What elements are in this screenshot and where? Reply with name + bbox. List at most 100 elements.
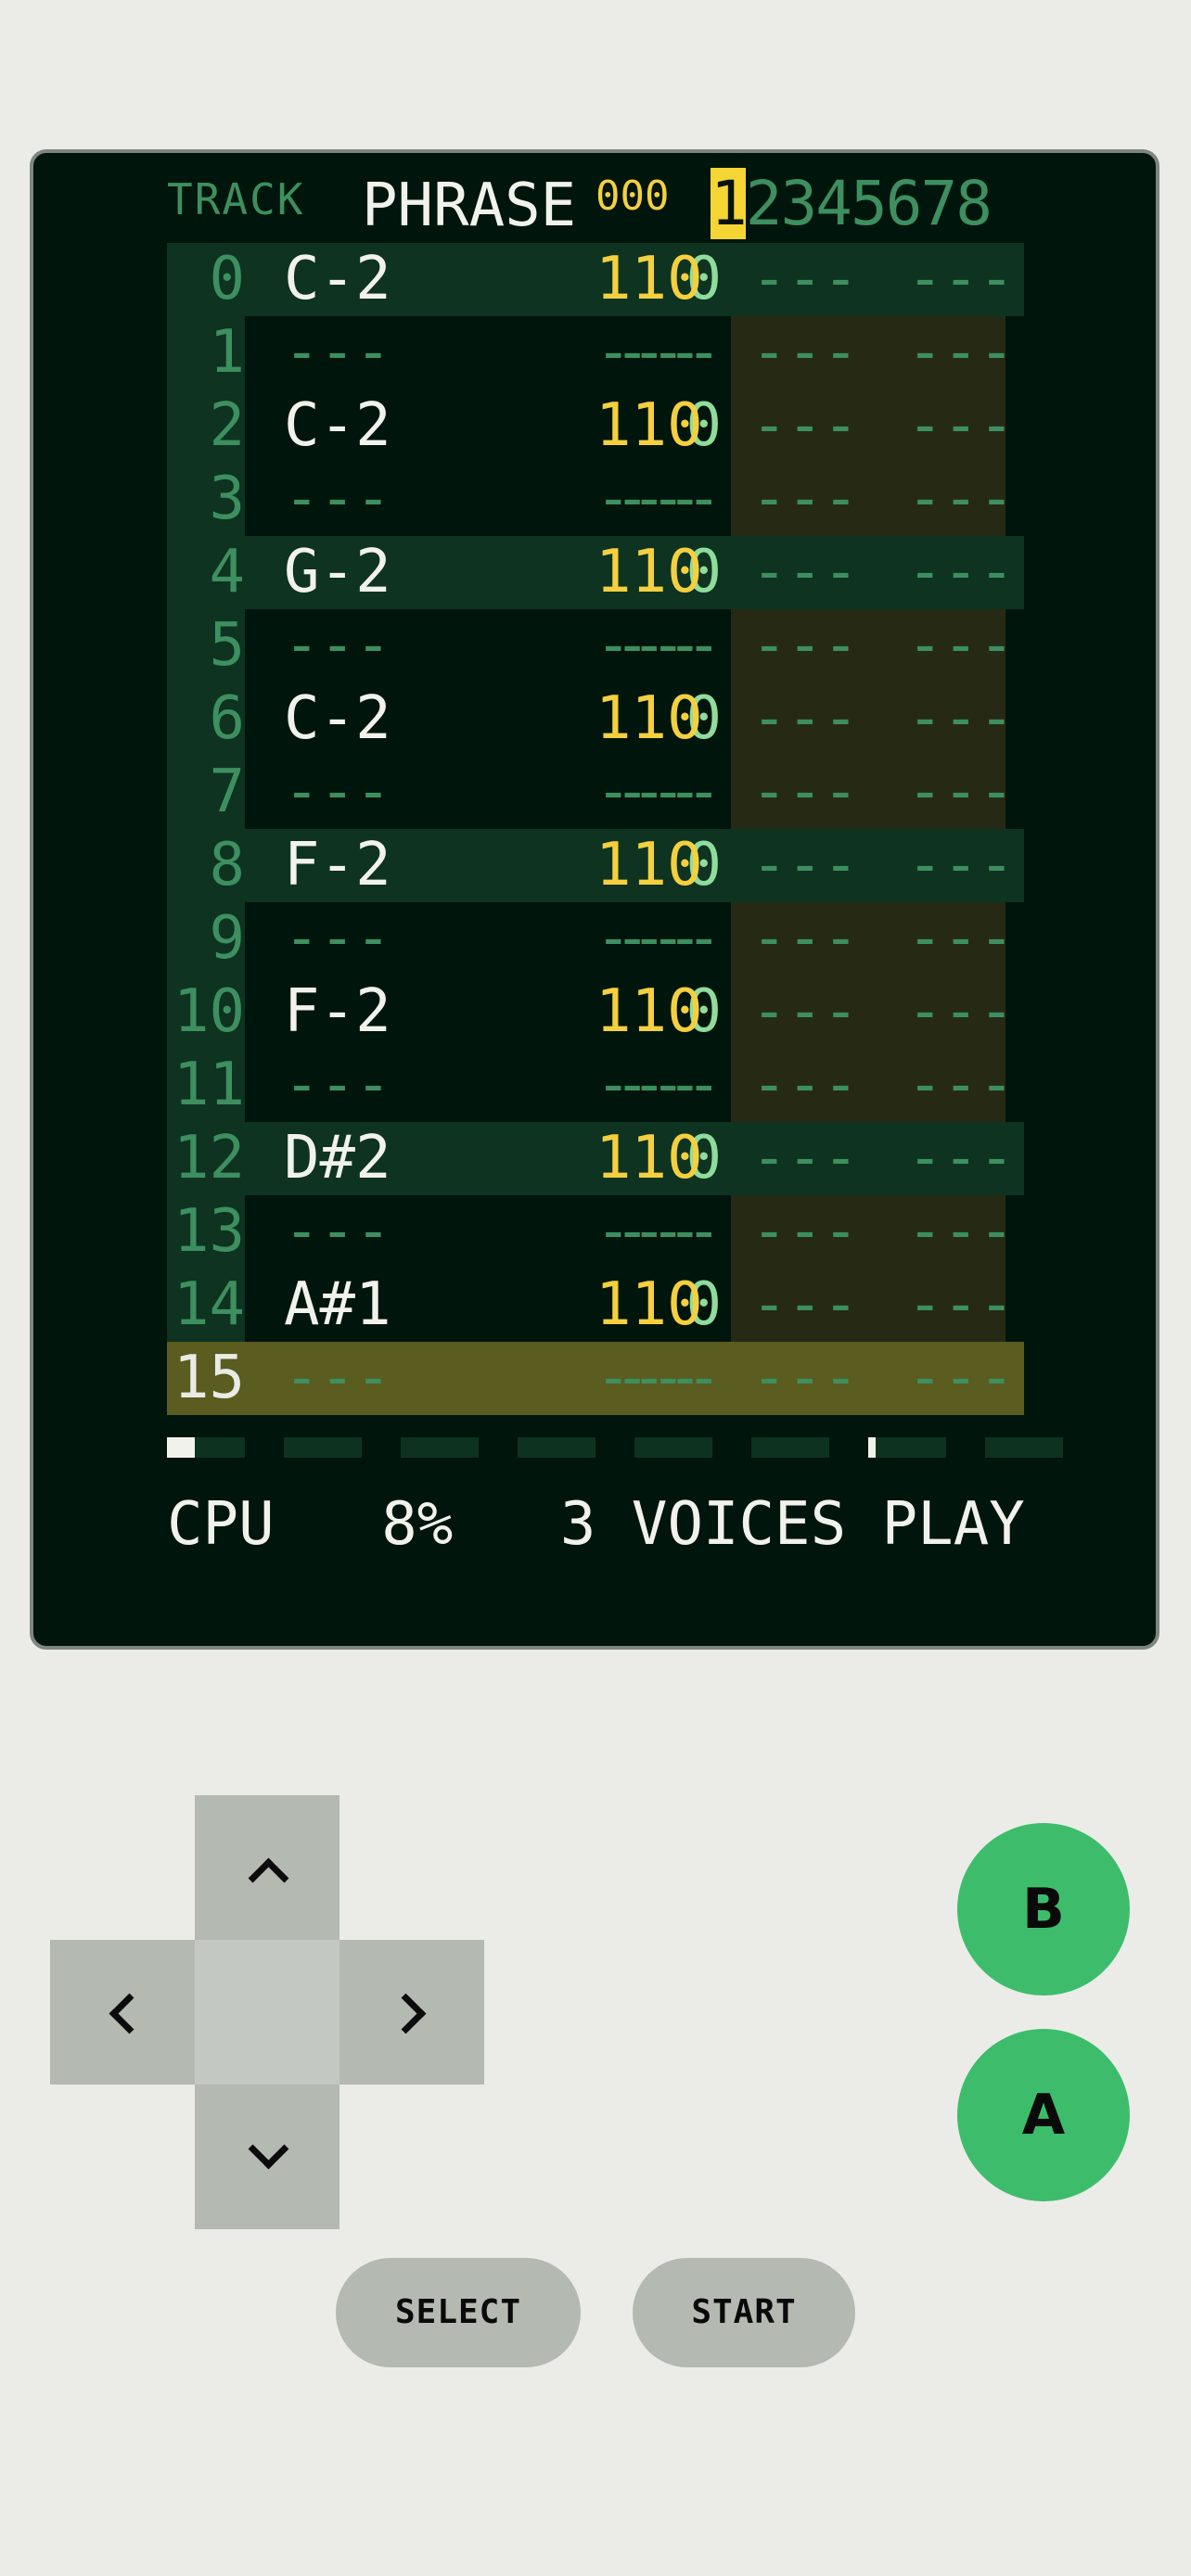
note-cell[interactable]: --- [284, 902, 391, 976]
row-number: 3 [209, 465, 245, 533]
volume-cell[interactable]: --- [596, 316, 703, 389]
track-7[interactable]: 7 [921, 168, 958, 239]
fx2-cell[interactable]: --- [907, 829, 1015, 902]
note-cell[interactable]: C-2 [284, 682, 391, 756]
phrase-row[interactable]: 2 C-2 0 110 --- --- [167, 389, 1024, 463]
track-4[interactable]: 4 [815, 168, 852, 239]
volume-cell[interactable]: 110 [596, 389, 703, 463]
phrase-row[interactable]: 14 A#1 0 110 --- --- [167, 1269, 1024, 1342]
fx2-cell[interactable]: --- [907, 316, 1015, 389]
note-cell[interactable]: D#2 [284, 1122, 391, 1195]
fx1-cell[interactable]: --- [751, 316, 859, 389]
fx2-cell[interactable]: --- [907, 536, 1015, 609]
note-cell[interactable]: G-2 [284, 536, 391, 609]
select-button[interactable]: SELECT [336, 2258, 581, 2367]
note-cell[interactable]: --- [284, 1195, 391, 1269]
fx1-cell[interactable]: --- [751, 1269, 859, 1342]
volume-cell[interactable]: 110 [596, 1122, 703, 1195]
track-1[interactable]: 1 [711, 168, 748, 239]
phrase-row[interactable]: 7 --- --- --- --- --- [167, 756, 1024, 829]
dpad-right-button[interactable] [339, 1940, 484, 2085]
fx1-cell[interactable]: --- [751, 1122, 859, 1195]
volume-cell[interactable]: --- [596, 1342, 703, 1415]
fx1-cell[interactable]: --- [751, 536, 859, 609]
volume-cell[interactable]: --- [596, 902, 703, 976]
fx1-cell[interactable]: --- [751, 1195, 859, 1269]
fx2-cell[interactable]: --- [907, 1342, 1015, 1415]
volume-cell[interactable]: 110 [596, 829, 703, 902]
fx2-cell[interactable]: --- [907, 1122, 1015, 1195]
cpu-value: 8% [381, 1490, 454, 1559]
start-button[interactable]: START [633, 2258, 855, 2367]
note-cell[interactable]: C-2 [284, 389, 391, 463]
fx1-cell[interactable]: --- [751, 829, 859, 902]
volume-cell[interactable]: 110 [596, 976, 703, 1049]
volume-cell[interactable]: 110 [596, 1269, 703, 1342]
track-selector[interactable]: 12345678 [711, 168, 992, 239]
note-cell[interactable]: --- [284, 609, 391, 682]
fx1-cell[interactable]: --- [751, 976, 859, 1049]
volume-cell[interactable]: 110 [596, 682, 703, 756]
track-2[interactable]: 2 [746, 168, 783, 239]
phrase-row[interactable]: 6 C-2 0 110 --- --- [167, 682, 1024, 756]
phrase-row[interactable]: 15 --- --- --- --- --- [167, 1342, 1024, 1415]
phrase-row[interactable]: 12 D#2 0 110 --- --- [167, 1122, 1024, 1195]
volume-cell[interactable]: 110 [596, 243, 703, 316]
fx1-cell[interactable]: --- [751, 756, 859, 829]
fx1-cell[interactable]: --- [751, 389, 859, 463]
fx2-cell[interactable]: --- [907, 1049, 1015, 1122]
fx1-cell[interactable]: --- [751, 1342, 859, 1415]
phrase-row[interactable]: 5 --- --- --- --- --- [167, 609, 1024, 682]
fx2-cell[interactable]: --- [907, 682, 1015, 756]
fx1-cell[interactable]: --- [751, 1049, 859, 1122]
phrase-row[interactable]: 13 --- --- --- --- --- [167, 1195, 1024, 1269]
volume-cell[interactable]: --- [596, 1195, 703, 1269]
chevron-left-icon [109, 1993, 150, 2034]
fx1-cell[interactable]: --- [751, 243, 859, 316]
phrase-row[interactable]: 10 F-2 0 110 --- --- [167, 976, 1024, 1049]
phrase-row[interactable]: 9 --- --- --- --- --- [167, 902, 1024, 976]
volume-cell[interactable]: --- [596, 756, 703, 829]
fx2-cell[interactable]: --- [907, 243, 1015, 316]
fx2-cell[interactable]: --- [907, 1269, 1015, 1342]
phrase-row[interactable]: 1 --- --- --- --- --- [167, 316, 1024, 389]
a-button[interactable]: A [957, 2029, 1130, 2201]
phrase-row[interactable]: 11 --- --- --- --- --- [167, 1049, 1024, 1122]
phrase-row[interactable]: 4 G-2 0 110 --- --- [167, 536, 1024, 609]
fx2-cell[interactable]: --- [907, 389, 1015, 463]
track-5[interactable]: 5 [851, 168, 888, 239]
volume-cell[interactable]: 110 [596, 536, 703, 609]
b-button[interactable]: B [957, 1823, 1130, 1996]
fx1-cell[interactable]: --- [751, 463, 859, 536]
track-6[interactable]: 6 [886, 168, 923, 239]
fx1-cell[interactable]: --- [751, 609, 859, 682]
note-cell[interactable]: --- [284, 316, 391, 389]
fx2-cell[interactable]: --- [907, 756, 1015, 829]
track-8[interactable]: 8 [955, 168, 992, 239]
fx2-cell[interactable]: --- [907, 902, 1015, 976]
volume-cell[interactable]: --- [596, 463, 703, 536]
dpad-left-button[interactable] [50, 1940, 195, 2085]
volume-cell[interactable]: --- [596, 1049, 703, 1122]
fx1-cell[interactable]: --- [751, 682, 859, 756]
note-cell[interactable]: F-2 [284, 829, 391, 902]
note-cell[interactable]: C-2 [284, 243, 391, 316]
fx2-cell[interactable]: --- [907, 463, 1015, 536]
note-cell[interactable]: --- [284, 1342, 391, 1415]
fx2-cell[interactable]: --- [907, 976, 1015, 1049]
fx1-cell[interactable]: --- [751, 902, 859, 976]
phrase-row[interactable]: 8 F-2 0 110 --- --- [167, 829, 1024, 902]
phrase-row[interactable]: 0 C-2 0 110 --- --- [167, 243, 1024, 316]
note-cell[interactable]: --- [284, 756, 391, 829]
track-3[interactable]: 3 [781, 168, 818, 239]
note-cell[interactable]: A#1 [284, 1269, 391, 1342]
dpad-up-button[interactable] [195, 1795, 339, 1940]
note-cell[interactable]: --- [284, 1049, 391, 1122]
note-cell[interactable]: F-2 [284, 976, 391, 1049]
phrase-row[interactable]: 3 --- --- --- --- --- [167, 463, 1024, 536]
dpad-down-button[interactable] [195, 2085, 339, 2229]
fx2-cell[interactable]: --- [907, 609, 1015, 682]
note-cell[interactable]: --- [284, 463, 391, 536]
fx2-cell[interactable]: --- [907, 1195, 1015, 1269]
volume-cell[interactable]: --- [596, 609, 703, 682]
